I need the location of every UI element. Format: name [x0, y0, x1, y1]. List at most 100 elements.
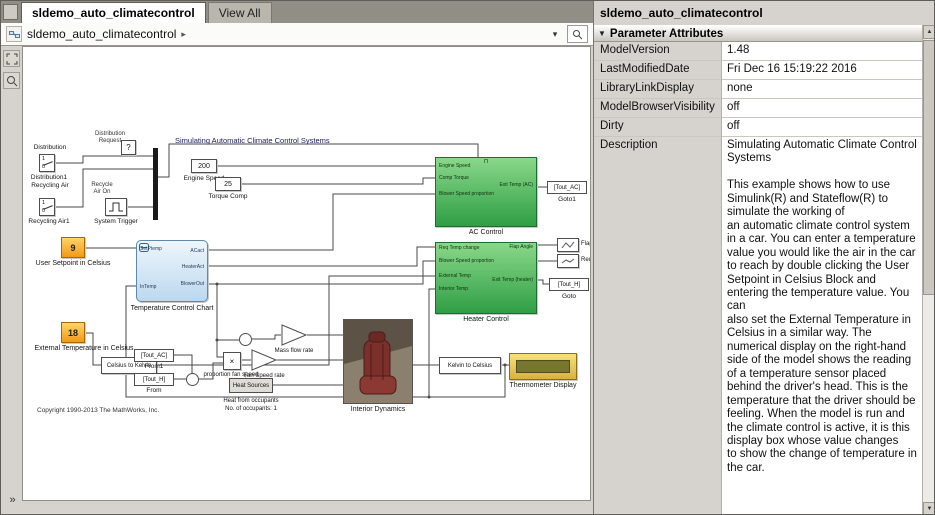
heat-from-occupants-label: Heat from occupants: [223, 398, 279, 404]
req-tout-block[interactable]: [557, 254, 579, 268]
goto-tag-block[interactable]: [Tout_H]: [549, 278, 589, 291]
section-parameter-attributes[interactable]: ▼ Parameter Attributes: [594, 25, 923, 42]
table-row: ModelBrowserVisibility off: [594, 99, 923, 118]
copyright-text: Copyright 1990-2013 The MathWorks, Inc.: [37, 407, 160, 414]
flap-pos-label: Flap Pos: [581, 241, 590, 247]
thermometer-display-block[interactable]: [509, 353, 577, 380]
property-name: LastModifiedDate: [594, 61, 721, 80]
ac-control-block[interactable]: ⊓ Engine Speed Comp Torque Blower Speed …: [435, 157, 537, 227]
trigger-port-icon: ⊓: [483, 159, 489, 165]
table-row: Dirty off: [594, 118, 923, 137]
chart-in-port: InTemp: [140, 284, 157, 290]
breadcrumb[interactable]: sldemo_auto_climatecontrol: [27, 27, 176, 41]
scroll-down-button[interactable]: ▼: [923, 502, 934, 514]
system-trigger-block[interactable]: [105, 198, 127, 216]
model-canvas[interactable]: Simulating Automatic Climate Control Sys…: [22, 46, 591, 501]
table-row: LastModifiedDate Fri Dec 16 15:19:22 201…: [594, 61, 923, 80]
breadcrumb-arrow-icon: ▸: [181, 28, 186, 39]
display-screen: [516, 360, 570, 373]
chart-in-port: SetPtemp: [140, 246, 162, 252]
expand-palette-button[interactable]: »: [4, 493, 21, 509]
vertical-scrollbar[interactable]: ▲ ▼: [922, 25, 934, 514]
property-name: ModelBrowserVisibility: [594, 99, 721, 118]
ac-control-label: AC Control: [468, 229, 504, 236]
scope-icon: [561, 241, 575, 249]
heater-out-port: Exit Temp (heater): [492, 277, 533, 283]
engine-speed-block[interactable]: 200: [191, 159, 217, 173]
sum-block[interactable]: [239, 333, 252, 346]
distribution-title: Distribution: [33, 144, 67, 151]
mass-flow-rate-gain-block[interactable]: [281, 324, 308, 351]
distribution-request-note: Distribution Request: [94, 131, 125, 144]
scroll-down-icon: ▼: [926, 506, 933, 512]
property-table: ModelVersion 1.48 LastModifiedDate Fri D…: [594, 42, 923, 514]
chart-out-port: ACact: [190, 248, 204, 254]
chevron-down-icon[interactable]: ▾: [548, 29, 562, 40]
kelvin-to-celsius-block[interactable]: Kelvin to Celsius: [439, 357, 501, 374]
property-value[interactable]: Simulating Automatic Climate Control Sys…: [721, 137, 923, 514]
zoom-button[interactable]: [3, 72, 20, 89]
chart-label: Temperature Control Chart: [130, 305, 214, 312]
properties-panel: sldemo_auto_climatecontrol ▼ Parameter A…: [593, 1, 934, 514]
heater-in-port: Blower Speed proportion: [439, 258, 495, 264]
recycling-switch-block[interactable]: 1 0: [39, 198, 55, 216]
table-row: ModelVersion 1.48: [594, 42, 923, 61]
fit-to-view-button[interactable]: [3, 50, 20, 67]
property-value[interactable]: off: [721, 118, 923, 137]
goto1-tag-block[interactable]: [Tout_AC]: [547, 181, 587, 194]
torque-comp-block[interactable]: 25: [215, 177, 241, 191]
fit-to-view-icon: [6, 53, 17, 64]
heater-out-port: Flap Angle: [509, 244, 533, 250]
property-name: ModelVersion: [594, 42, 721, 61]
heater-control-block[interactable]: Req Temp change Blower Speed proportion …: [435, 242, 537, 314]
interior-dynamics-block[interactable]: [343, 319, 413, 404]
tab-view-all[interactable]: View All: [207, 2, 272, 23]
tab-model[interactable]: sldemo_auto_climatecontrol: [21, 2, 206, 23]
goto-label: Goto: [561, 293, 577, 300]
tab-model-label: sldemo_auto_climatecontrol: [32, 6, 195, 20]
section-label: Parameter Attributes: [609, 27, 724, 40]
chart-out-port: BlowerOut: [180, 281, 204, 287]
from-tag-block[interactable]: [Tout_H]: [134, 373, 174, 386]
temperature-control-chart-block[interactable]: SetPtemp InTemp ACact HeaterAct BlowerOu…: [136, 240, 208, 302]
occupants-note: No. of occupants: 1: [225, 406, 277, 412]
panel-title: sldemo_auto_climatecontrol: [600, 6, 763, 20]
property-value[interactable]: Fri Dec 16 15:19:22 2016: [721, 61, 923, 80]
model-icon[interactable]: [6, 26, 22, 42]
thermometer-label: Thermometer Display: [509, 382, 577, 389]
external-temp-label: External Temperature in Celsius: [34, 345, 134, 352]
distribution-block-label: Distribution1: [30, 174, 68, 181]
recycle-air-on-note: Recycle Air On: [91, 182, 113, 195]
app-window: sldemo_auto_climatecontrol View All slde…: [0, 0, 935, 515]
heater-in-port: Interior Temp: [439, 286, 469, 292]
scroll-up-button[interactable]: ▲: [923, 25, 934, 39]
ac-in-port: Blower Speed proportion: [439, 191, 495, 197]
torque-comp-label: Torque Comp: [208, 193, 248, 200]
switch-off-value: 0: [42, 208, 46, 214]
search-button[interactable]: [567, 25, 588, 43]
property-value[interactable]: off: [721, 99, 923, 118]
from1-tag-block[interactable]: [Tout_AC]: [134, 349, 174, 362]
tab-list-button[interactable]: [3, 4, 18, 20]
diagram-title: Simulating Automatic Climate Control Sys…: [175, 136, 330, 145]
heater-control-label: Heater Control: [463, 316, 509, 323]
distribution-switch-block[interactable]: 1 0: [39, 154, 55, 172]
mux-block[interactable]: [153, 148, 158, 220]
search-icon: [573, 29, 583, 39]
property-value[interactable]: 1.48: [721, 42, 923, 61]
chart-out-port: HeaterAct: [181, 264, 204, 270]
flap-pos-block[interactable]: [557, 238, 579, 252]
property-name: Dirty: [594, 118, 721, 137]
breadcrumb-bar: sldemo_auto_climatecontrol ▸ ▾: [1, 23, 593, 46]
switch-on-value: 1: [42, 200, 46, 206]
heat-sources-block[interactable]: Heat Sources: [229, 378, 273, 393]
product-block[interactable]: ×: [223, 352, 241, 370]
switch-on-value: 1: [42, 156, 46, 162]
gain-triangle-icon: [281, 324, 308, 346]
scope-icon: [561, 258, 575, 264]
req-tout-label: Req Tout: [581, 257, 591, 263]
scrollbar-thumb[interactable]: [923, 40, 934, 295]
external-temp-block[interactable]: 18: [61, 322, 85, 343]
user-setpoint-block[interactable]: 9: [61, 237, 85, 258]
property-value[interactable]: none: [721, 80, 923, 99]
